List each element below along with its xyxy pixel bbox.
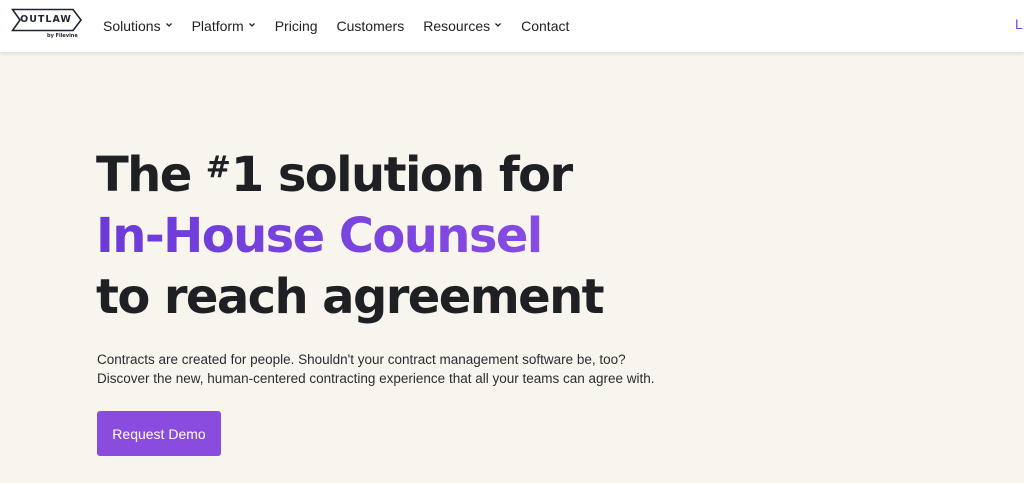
logo-wordmark: OUTLAW [20,14,72,25]
headline-line-3: to reach agreement [96,269,605,325]
nav-item-pricing[interactable]: Pricing [275,18,318,34]
nav-item-platform[interactable]: Platform [192,18,256,34]
headline-line-1: The #1 solution for [96,145,603,206]
hero-description-line-2: Discover the new, human-centered contrac… [97,371,655,386]
hero-headline: The #1 solution for In-House Counsel to … [96,145,605,328]
nav-item-solutions[interactable]: Solutions [103,18,173,34]
nav-label-pricing: Pricing [274,18,318,34]
nav-label-platform: Platform [191,18,244,34]
nav-label-solutions: Solutions [103,18,161,34]
nav-item-customers[interactable]: Customers [337,18,405,34]
chevron-down-icon [165,23,172,27]
headline-line-1-end: 1 solution for [230,147,573,203]
request-demo-button[interactable]: Request Demo [97,411,221,456]
nav-label-contact: Contact [521,18,570,34]
headline-accent-line: In-House Counsel [96,206,603,267]
hero-description-line-1: Contracts are created for people. Should… [97,352,626,367]
nav-label-resources: Resources [423,18,491,34]
hero-description: Contracts are created for people. Should… [97,350,655,388]
main-nav: Solutions Platform Pricing Customers Res… [103,16,569,36]
top-navbar: OUTLAW by Filevine Solutions Platform Pr… [0,0,1024,52]
chevron-down-icon [248,23,255,27]
nav-item-contact[interactable]: Contact [521,18,569,34]
login-link[interactable]: L [1015,16,1023,32]
headline-line-1-start: The [96,147,206,203]
nav-item-resources[interactable]: Resources [423,18,502,34]
nav-label-customers: Customers [336,18,405,34]
logo-byline: by Filevine [47,33,78,39]
outlaw-logo[interactable]: OUTLAW by Filevine [11,8,83,42]
headline-number-sign: # [205,150,231,185]
chevron-down-icon [495,23,502,27]
